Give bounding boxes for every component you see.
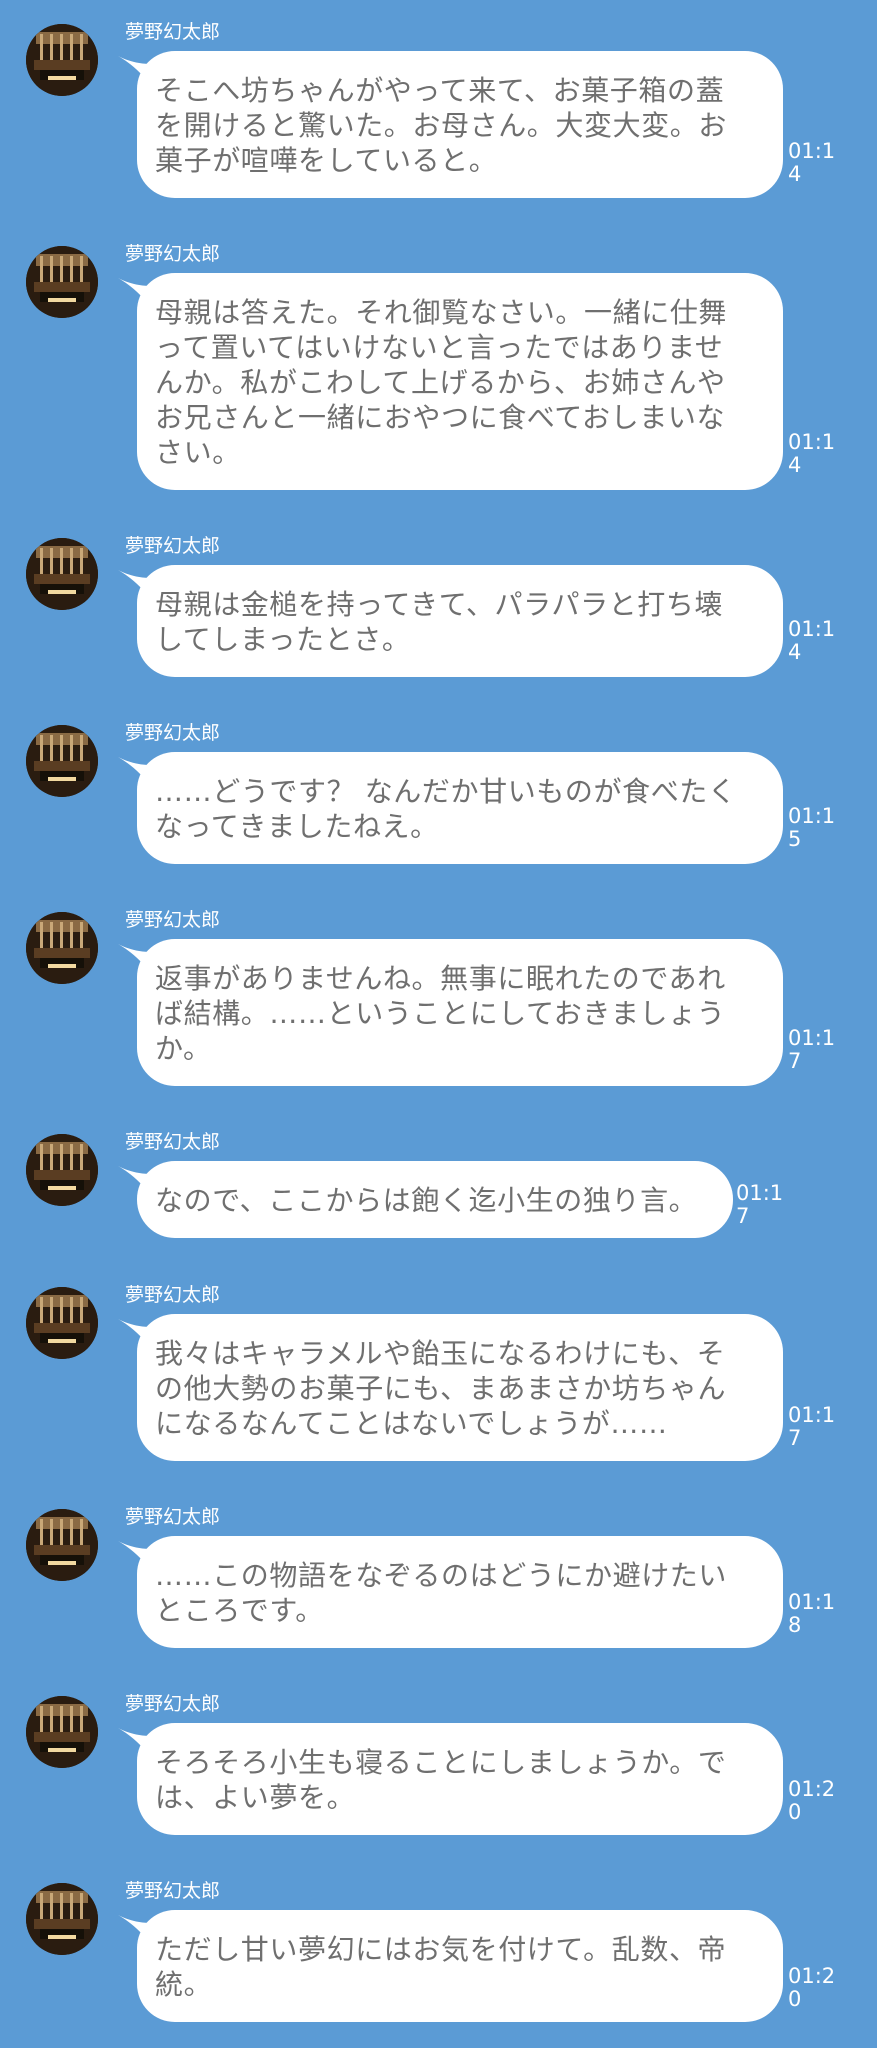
sender-name: 夢野幻太郎 — [125, 1131, 221, 1153]
message-time: 01:18 — [788, 1590, 836, 1637]
profile-photo-icon — [26, 1883, 98, 1955]
avatar[interactable] — [26, 1696, 98, 1768]
profile-photo-icon — [26, 1287, 98, 1359]
message-bubble[interactable]: 我々はキャラメルや飴玉になるわけにも、その他大勢のお菓子にも、まあまさか坊ちゃん… — [137, 1314, 783, 1461]
sender-name: 夢野幻太郎 — [125, 535, 221, 557]
profile-photo-icon — [26, 24, 98, 96]
sender-name: 夢野幻太郎 — [125, 21, 221, 43]
sender-name: 夢野幻太郎 — [125, 1506, 221, 1528]
message-bubble[interactable]: ただし甘い夢幻にはお気を付けて。乱数、帝統。 — [137, 1910, 783, 2022]
avatar[interactable] — [26, 725, 98, 797]
profile-photo-icon — [26, 246, 98, 318]
message-bubble[interactable]: そろそろ小生も寝ることにしましょうか。では、よい夢を。 — [137, 1723, 783, 1835]
message-time: 01:14 — [788, 617, 836, 664]
sender-name: 夢野幻太郎 — [125, 909, 221, 931]
avatar[interactable] — [26, 1134, 98, 1206]
sender-name: 夢野幻太郎 — [125, 1880, 221, 1902]
message-time: 01:17 — [788, 1026, 836, 1073]
message-bubble[interactable]: ……この物語をなぞるのはどうにか避けたいところです。 — [137, 1536, 783, 1648]
message-bubble[interactable]: そこへ坊ちゃんがやって来て、お菓子箱の蓋を開けると驚いた。お母さん。大変大変。お… — [137, 51, 783, 198]
avatar[interactable] — [26, 912, 98, 984]
message-time: 01:15 — [788, 804, 836, 851]
profile-photo-icon — [26, 538, 98, 610]
message-time: 01:14 — [788, 139, 836, 186]
profile-photo-icon — [26, 1134, 98, 1206]
sender-name: 夢野幻太郎 — [125, 1284, 221, 1306]
message-bubble[interactable]: 母親は金槌を持ってきて、パラパラと打ち壊してしまったとさ。 — [137, 565, 783, 677]
avatar[interactable] — [26, 24, 98, 96]
avatar[interactable] — [26, 1509, 98, 1581]
message-bubble[interactable]: なので、ここからは飽く迄小生の独り言。 — [137, 1161, 734, 1238]
message-time: 01:17 — [736, 1181, 784, 1228]
message-time: 01:20 — [788, 1964, 836, 2011]
avatar[interactable] — [26, 538, 98, 610]
sender-name: 夢野幻太郎 — [125, 722, 221, 744]
profile-photo-icon — [26, 912, 98, 984]
avatar[interactable] — [26, 1287, 98, 1359]
profile-photo-icon — [26, 1509, 98, 1581]
avatar[interactable] — [26, 246, 98, 318]
message-bubble[interactable]: 返事がありませんね。無事に眠れたのであれば結構。……ということにしておきましょう… — [137, 939, 783, 1086]
message-time: 01:17 — [788, 1403, 836, 1450]
message-time: 01:20 — [788, 1777, 836, 1824]
message-bubble[interactable]: ……どうです？ なんだか甘いものが食べたくなってきましたねえ。 — [137, 752, 783, 864]
message-time: 01:14 — [788, 430, 836, 477]
sender-name: 夢野幻太郎 — [125, 1693, 221, 1715]
avatar[interactable] — [26, 1883, 98, 1955]
profile-photo-icon — [26, 725, 98, 797]
profile-photo-icon — [26, 1696, 98, 1768]
sender-name: 夢野幻太郎 — [125, 243, 221, 265]
message-bubble[interactable]: 母親は答えた。それ御覧なさい。一緒に仕舞って置いてはいけないと言ったではありませ… — [137, 273, 783, 490]
